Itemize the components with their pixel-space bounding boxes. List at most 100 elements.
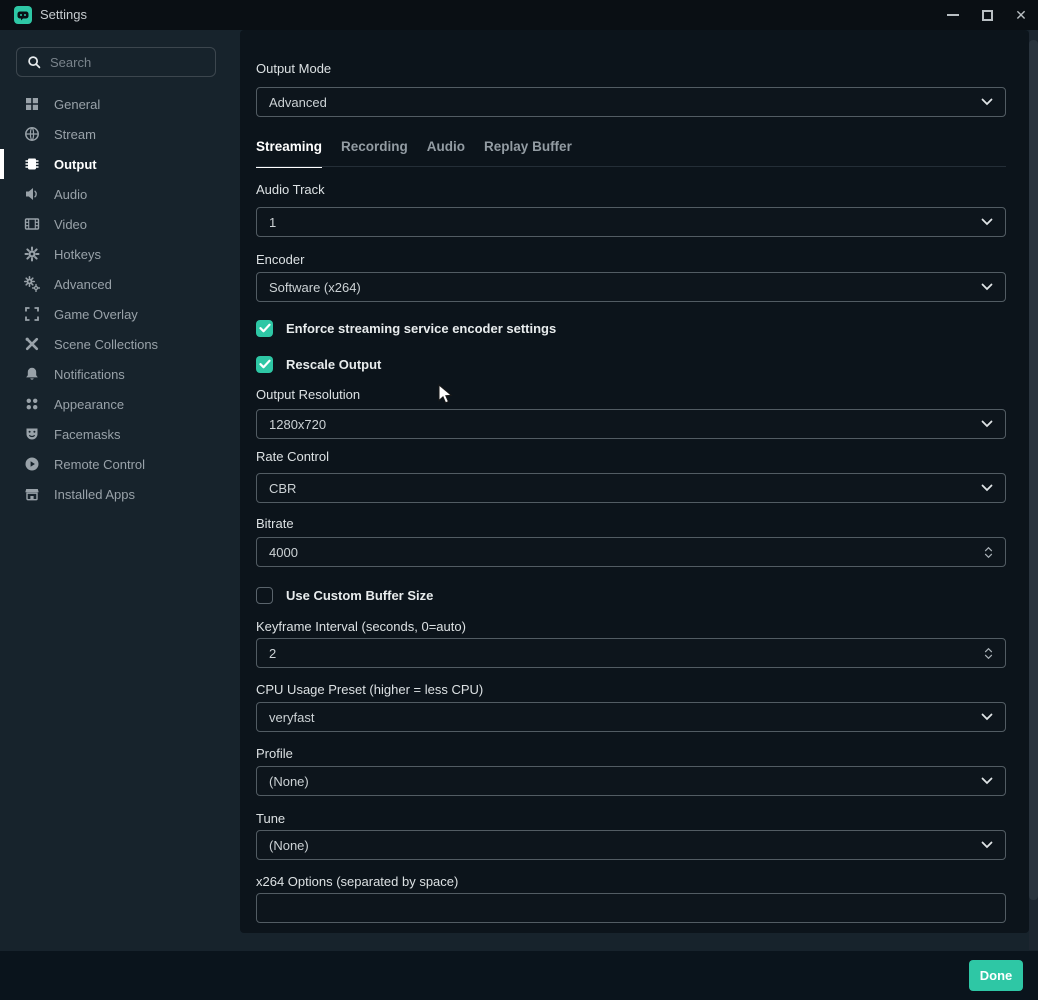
search-input[interactable]: [50, 55, 200, 70]
chevron-down-icon: [981, 98, 993, 106]
tab-recording[interactable]: Recording: [341, 139, 408, 168]
settings-window: Settings ✕ General Stream Output Audio: [0, 0, 1038, 1000]
sidebar-item-facemasks[interactable]: Facemasks: [0, 419, 240, 449]
maximize-button[interactable]: [970, 0, 1004, 30]
chevron-down-icon: [981, 713, 993, 721]
checkbox-checked-icon[interactable]: [256, 320, 273, 337]
chevron-down-icon: [984, 654, 993, 660]
sidebar-nav: General Stream Output Audio Video Hotkey…: [0, 89, 240, 509]
output-settings-panel: Output Mode Advanced Streaming Recording…: [240, 30, 1029, 933]
search-icon: [27, 55, 41, 69]
bell-icon: [24, 366, 40, 382]
tune-select[interactable]: (None): [256, 830, 1006, 860]
minimize-icon: [947, 14, 959, 16]
keyframe-interval-input[interactable]: 2: [256, 638, 1006, 668]
footer-bar: Done: [0, 951, 1038, 1000]
store-icon: [24, 486, 40, 502]
rate-control-select[interactable]: CBR: [256, 473, 1006, 503]
tab-audio[interactable]: Audio: [427, 139, 465, 168]
sidebar-item-label: Appearance: [54, 397, 124, 412]
sidebar-item-label: Facemasks: [54, 427, 120, 442]
window-title: Settings: [40, 0, 87, 30]
output-resolution-select[interactable]: 1280x720: [256, 409, 1006, 439]
chevron-down-icon: [981, 218, 993, 226]
sidebar-item-label: Scene Collections: [54, 337, 158, 352]
globe-icon: [24, 126, 40, 142]
tabs-divider: [256, 166, 1006, 167]
tab-streaming[interactable]: Streaming: [256, 139, 322, 168]
speaker-icon: [24, 186, 40, 202]
search-box[interactable]: [16, 47, 216, 77]
scrollbar-thumb[interactable]: [1029, 40, 1038, 900]
sidebar-item-hotkeys[interactable]: Hotkeys: [0, 239, 240, 269]
sidebar-item-audio[interactable]: Audio: [0, 179, 240, 209]
sidebar-item-label: Output: [54, 157, 97, 172]
sidebar-item-label: Advanced: [54, 277, 112, 292]
audio-track-select[interactable]: 1: [256, 207, 1006, 237]
close-button[interactable]: ✕: [1004, 0, 1038, 30]
sidebar-item-game-overlay[interactable]: Game Overlay: [0, 299, 240, 329]
sidebar-item-label: Audio: [54, 187, 87, 202]
checkbox-unchecked-icon[interactable]: [256, 587, 273, 604]
output-tabs: Streaming Recording Audio Replay Buffer: [256, 139, 572, 168]
chevron-down-icon: [981, 484, 993, 492]
gear-icon: [24, 246, 40, 262]
minimize-button[interactable]: [936, 0, 970, 30]
tune-label: Tune: [256, 811, 285, 826]
enforce-encoder-checkbox-row[interactable]: Enforce streaming service encoder settin…: [256, 319, 556, 337]
maximize-icon: [982, 10, 993, 21]
mask-icon: [24, 426, 40, 442]
sidebar-item-appearance[interactable]: Appearance: [0, 389, 240, 419]
sidebar-item-label: Stream: [54, 127, 96, 142]
scrollbar-track[interactable]: [1029, 30, 1038, 950]
sidebar-item-output[interactable]: Output: [0, 149, 240, 179]
x264-options-input[interactable]: [269, 901, 993, 916]
rate-control-label: Rate Control: [256, 449, 329, 464]
sidebar-item-label: Hotkeys: [54, 247, 101, 262]
sidebar-item-stream[interactable]: Stream: [0, 119, 240, 149]
chevron-down-icon: [981, 777, 993, 785]
bitrate-input[interactable]: 4000: [256, 537, 1006, 567]
sidebar-item-installed-apps[interactable]: Installed Apps: [0, 479, 240, 509]
sidebar-item-label: General: [54, 97, 100, 112]
output-mode-label: Output Mode: [256, 61, 331, 76]
dots-icon: [24, 396, 40, 412]
profile-select[interactable]: (None): [256, 766, 1006, 796]
play-circle-icon: [24, 456, 40, 472]
sidebar-item-video[interactable]: Video: [0, 209, 240, 239]
encoder-label: Encoder: [256, 252, 304, 267]
sidebar-item-scene-collections[interactable]: Scene Collections: [0, 329, 240, 359]
number-stepper[interactable]: [984, 546, 993, 559]
close-icon: ✕: [1015, 8, 1027, 22]
done-button[interactable]: Done: [969, 960, 1023, 991]
title-bar: Settings ✕: [0, 0, 1038, 30]
x264-options-label: x264 Options (separated by space): [256, 874, 458, 889]
output-resolution-label: Output Resolution: [256, 387, 360, 402]
sidebar-item-remote-control[interactable]: Remote Control: [0, 449, 240, 479]
tab-replay-buffer[interactable]: Replay Buffer: [484, 139, 572, 168]
chevron-down-icon: [984, 553, 993, 559]
x264-options-input-wrap: [256, 893, 1006, 923]
bitrate-label: Bitrate: [256, 516, 294, 531]
streamlabs-logo-icon: [14, 6, 32, 24]
output-mode-select[interactable]: Advanced: [256, 87, 1006, 117]
encoder-select[interactable]: Software (x264): [256, 272, 1006, 302]
rescale-output-checkbox-row[interactable]: Rescale Output: [256, 355, 381, 373]
sidebar-item-label: Remote Control: [54, 457, 145, 472]
sidebar-item-notifications[interactable]: Notifications: [0, 359, 240, 389]
checkbox-checked-icon[interactable]: [256, 356, 273, 373]
cpu-preset-label: CPU Usage Preset (higher = less CPU): [256, 682, 483, 697]
profile-label: Profile: [256, 746, 293, 761]
chevron-down-icon: [981, 283, 993, 291]
number-stepper[interactable]: [984, 647, 993, 660]
chip-icon: [24, 156, 40, 172]
expand-icon: [24, 306, 40, 322]
sidebar-item-advanced[interactable]: Advanced: [0, 269, 240, 299]
chevron-up-icon: [984, 546, 993, 552]
sidebar-item-label: Video: [54, 217, 87, 232]
grid-icon: [24, 96, 40, 112]
chevron-down-icon: [981, 420, 993, 428]
custom-buffer-checkbox-row[interactable]: Use Custom Buffer Size: [256, 586, 433, 604]
sidebar-item-general[interactable]: General: [0, 89, 240, 119]
cpu-preset-select[interactable]: veryfast: [256, 702, 1006, 732]
